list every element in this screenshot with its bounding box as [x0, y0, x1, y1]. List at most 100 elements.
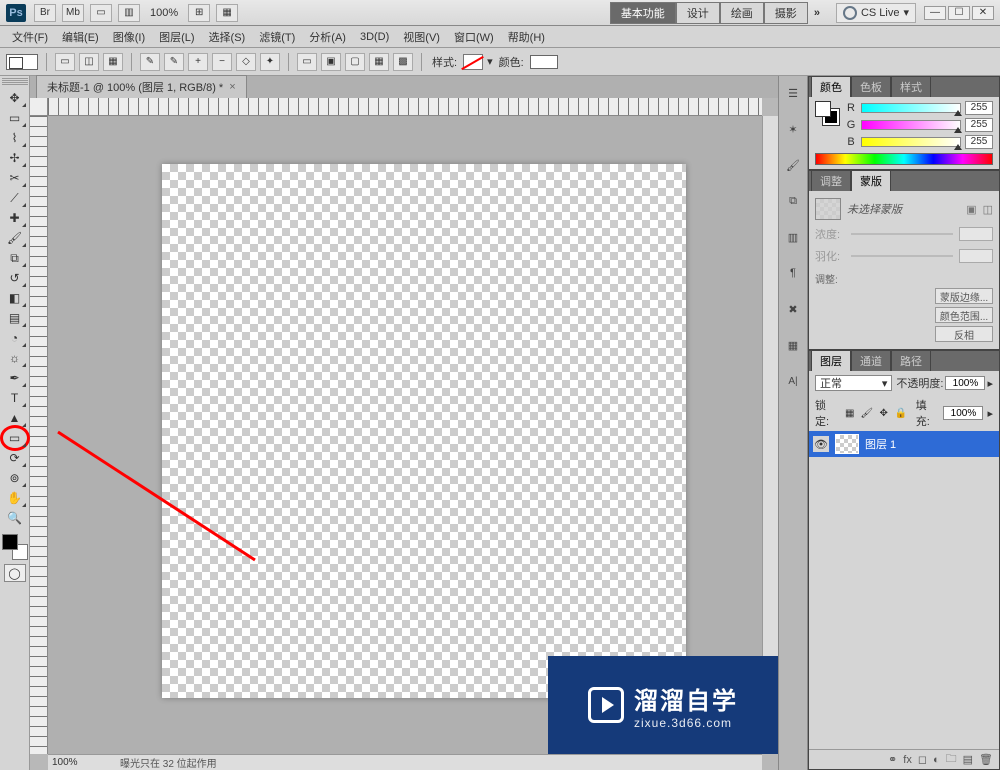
adjustment-layer-icon[interactable]: ◐ [933, 754, 940, 766]
feather-slider[interactable] [851, 255, 953, 257]
vertical-ruler[interactable] [30, 116, 48, 754]
lock-all-icon[interactable]: 🔒 [894, 406, 908, 420]
shape-tool[interactable]: ▭ [3, 428, 27, 448]
bridge-icon[interactable]: Br [34, 4, 56, 22]
brush-tool[interactable]: 🖌 [3, 228, 27, 248]
lock-transparent-icon[interactable]: ▦ [843, 406, 857, 420]
pen-mode-icon[interactable]: ✎ [140, 53, 160, 71]
quick-mask-toggle[interactable]: ◯ [4, 564, 26, 582]
menu-select[interactable]: 选择(S) [203, 27, 252, 47]
maximize-button[interactable]: ☐ [948, 6, 970, 20]
tab-swatches[interactable]: 色板 [851, 76, 891, 97]
menu-help[interactable]: 帮助(H) [502, 27, 551, 47]
menu-file[interactable]: 文件(F) [6, 27, 54, 47]
history-brush-tool[interactable]: ↺ [3, 268, 27, 288]
combine-exclude-icon[interactable]: ▩ [393, 53, 413, 71]
workspace-essentials[interactable]: 基本功能 [610, 2, 676, 24]
menu-window[interactable]: 窗口(W) [448, 27, 500, 47]
character-panel-icon[interactable]: A| [782, 370, 804, 392]
shape-layers-icon[interactable]: ▭ [55, 53, 75, 71]
type-tool[interactable]: T [3, 388, 27, 408]
group-icon[interactable]: 🗀 [946, 750, 957, 769]
layer-mask-icon[interactable]: ◻ [918, 753, 927, 766]
blur-tool[interactable]: ◔ [3, 328, 27, 348]
healing-brush-tool[interactable]: ✚ [3, 208, 27, 228]
eyedropper-tool[interactable]: ⟋ [3, 188, 27, 208]
fill-field[interactable] [943, 406, 983, 420]
tab-masks[interactable]: 蒙版 [851, 170, 891, 191]
freeform-pen-icon[interactable]: ✎ [164, 53, 184, 71]
pen-tool[interactable]: ✒ [3, 368, 27, 388]
workspace-more[interactable]: » [808, 5, 826, 21]
custom-shape-icon[interactable]: ✦ [260, 53, 280, 71]
link-layers-icon[interactable]: ⚭ [888, 753, 897, 766]
clone-stamp-tool[interactable]: ⧉ [3, 248, 27, 268]
actions-panel-icon[interactable]: ✶ [782, 118, 804, 140]
horizontal-ruler[interactable] [48, 98, 762, 116]
path-selection-tool[interactable]: ▲ [3, 408, 27, 428]
marquee-tool[interactable]: ▭ [3, 108, 27, 128]
paragraph-panel-icon[interactable]: ¶ [782, 262, 804, 284]
menu-edit[interactable]: 编辑(E) [56, 27, 105, 47]
style-swatch[interactable] [463, 54, 483, 70]
paths-icon[interactable]: ◫ [79, 53, 99, 71]
shape-tool-preset[interactable] [6, 54, 38, 70]
eraser-tool[interactable]: ◧ [3, 288, 27, 308]
title-zoom-value[interactable]: 100% [146, 7, 182, 19]
b-value[interactable]: 255 [965, 135, 993, 149]
density-slider[interactable] [851, 233, 953, 235]
tool-presets-icon[interactable]: ✖ [782, 298, 804, 320]
tab-paths[interactable]: 路径 [891, 350, 931, 371]
status-zoom[interactable]: 100% [52, 757, 112, 768]
lasso-tool[interactable]: ⌇ [3, 128, 27, 148]
fill-pixels-icon[interactable]: ▦ [103, 53, 123, 71]
workspace-painting[interactable]: 绘画 [720, 2, 764, 24]
layer-name[interactable]: 图层 1 [865, 436, 896, 452]
r-slider[interactable] [861, 103, 961, 113]
crop-tool[interactable]: ✂ [3, 168, 27, 188]
panel-color-chips[interactable] [815, 101, 839, 125]
screen-mode-icon[interactable]: ▥ [118, 4, 140, 22]
menu-filter[interactable]: 滤镜(T) [253, 27, 301, 47]
combine-intersect-icon[interactable]: ▦ [369, 53, 389, 71]
history-panel-icon[interactable]: ☰ [782, 82, 804, 104]
delete-anchor-icon[interactable]: − [212, 53, 232, 71]
g-value[interactable]: 255 [965, 118, 993, 132]
canvas[interactable] [162, 164, 686, 698]
menu-3d[interactable]: 3D(D) [354, 29, 395, 45]
3d-rotate-tool[interactable]: ⟳ [3, 448, 27, 468]
delete-layer-icon[interactable]: 🗑 [979, 753, 993, 766]
invert-button[interactable]: 反相 [935, 326, 993, 342]
document-tab[interactable]: 未标题-1 @ 100% (图层 1, RGB/8) * × [36, 75, 247, 98]
vector-mask-icon[interactable]: ◫ [983, 203, 993, 216]
lock-position-icon[interactable]: ✥ [877, 406, 891, 420]
extras-icon[interactable]: ▦ [216, 4, 238, 22]
mask-edge-button[interactable]: 蒙版边缘... [935, 288, 993, 304]
pixel-mask-icon[interactable]: ▣ [966, 203, 976, 216]
hand-tool[interactable]: ✋ [3, 488, 27, 508]
g-slider[interactable] [861, 120, 961, 130]
b-slider[interactable] [861, 137, 961, 147]
minimize-button[interactable]: — [924, 6, 946, 20]
3d-camera-tool[interactable]: ⊚ [3, 468, 27, 488]
document-tab-close-icon[interactable]: × [229, 81, 235, 93]
opacity-field[interactable] [945, 376, 985, 390]
navigator-panel-icon[interactable]: ▦ [782, 334, 804, 356]
new-layer-icon[interactable]: ▤ [963, 753, 973, 766]
visibility-icon[interactable]: 👁 [813, 436, 829, 452]
color-chips[interactable] [2, 534, 28, 560]
menu-layer[interactable]: 图层(L) [153, 27, 200, 47]
workspace-design[interactable]: 设计 [676, 2, 720, 24]
convert-point-icon[interactable]: ◇ [236, 53, 256, 71]
feather-value[interactable] [959, 249, 993, 263]
quick-select-tool[interactable]: ✢ [3, 148, 27, 168]
layer-thumbnail[interactable] [835, 434, 859, 454]
color-swatch[interactable] [530, 55, 558, 69]
menu-view[interactable]: 视图(V) [397, 27, 446, 47]
layer-row[interactable]: 👁 图层 1 [809, 431, 999, 457]
combine-subtract-icon[interactable]: ▢ [345, 53, 365, 71]
density-value[interactable] [959, 227, 993, 241]
color-range-button[interactable]: 颜色范围... [935, 307, 993, 323]
tab-channels[interactable]: 通道 [851, 350, 891, 371]
blend-mode-dropdown[interactable]: 正常▾ [815, 375, 892, 391]
